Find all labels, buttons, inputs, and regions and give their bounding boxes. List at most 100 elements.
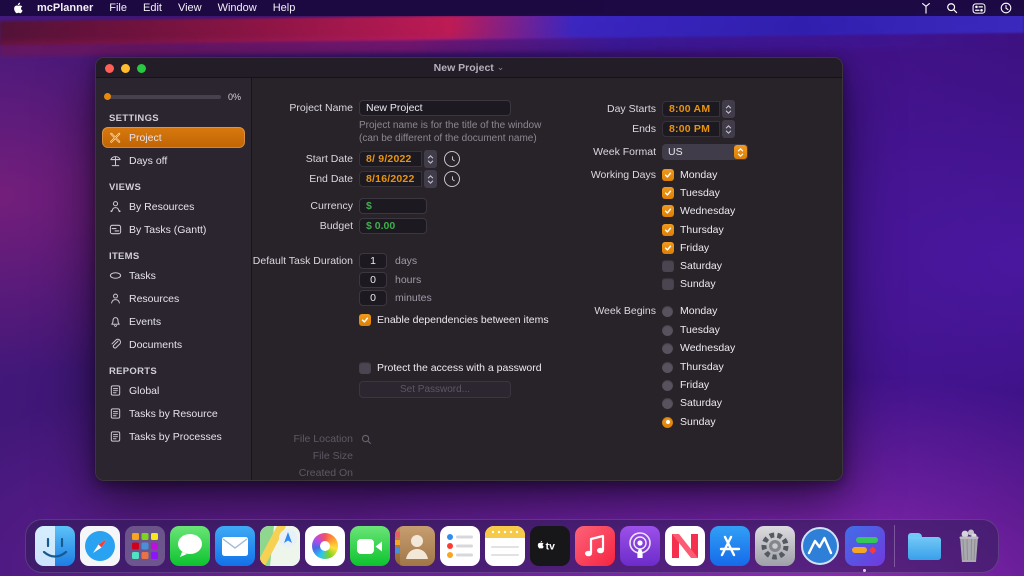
sidebar-item-resources[interactable]: Resources <box>102 288 245 309</box>
sidebar-item-tasks-by-processes[interactable]: Tasks by Processes <box>102 426 245 447</box>
dock-tv-icon[interactable]: tv <box>530 526 570 566</box>
sidebar-item-tasks-by-resource[interactable]: Tasks by Resource <box>102 403 245 424</box>
dock-mountain-app-icon[interactable] <box>800 526 840 566</box>
day-starts-stepper[interactable] <box>722 100 735 118</box>
radio-icon[interactable] <box>662 325 673 336</box>
sidebar-item-events[interactable]: Events <box>102 311 245 332</box>
radio-icon[interactable] <box>662 380 673 391</box>
dependencies-checkbox[interactable] <box>359 314 371 326</box>
week-begins-tuesday[interactable]: Tuesday <box>662 324 720 336</box>
week-begins-sunday[interactable]: Sunday <box>662 416 716 428</box>
budget-input[interactable]: $ 0.00 <box>359 218 427 234</box>
progress-thumb[interactable] <box>104 93 111 100</box>
working-day-saturday[interactable]: Saturday <box>662 260 722 272</box>
radio-icon[interactable] <box>662 417 673 428</box>
spotlight-search-icon[interactable] <box>946 2 958 14</box>
minimize-button[interactable] <box>121 64 130 73</box>
end-date-input[interactable]: 8/16/2022 <box>359 171 422 187</box>
menu-window[interactable]: Window <box>218 2 257 14</box>
dependencies-checkbox-row[interactable]: Enable dependencies between items <box>359 314 549 326</box>
checkbox-icon[interactable] <box>662 260 674 272</box>
control-center-icon[interactable] <box>972 3 986 14</box>
dock-facetime-icon[interactable] <box>350 526 390 566</box>
menubar-app-name[interactable]: mcPlanner <box>37 2 93 14</box>
duration-days-input[interactable]: 1 <box>359 253 387 269</box>
checkbox-icon[interactable] <box>662 169 674 181</box>
sidebar-item-days-off[interactable]: Days off <box>102 150 245 171</box>
start-date-stepper[interactable] <box>424 150 437 168</box>
dock-contacts-icon[interactable] <box>395 526 435 566</box>
menu-edit[interactable]: Edit <box>143 2 162 14</box>
duration-hours-input[interactable]: 0 <box>359 272 387 288</box>
menu-view[interactable]: View <box>178 2 202 14</box>
week-begins-saturday[interactable]: Saturday <box>662 397 722 409</box>
dock-folder-icon[interactable] <box>904 526 944 566</box>
sidebar-item-by-tasks-gantt[interactable]: By Tasks (Gantt) <box>102 219 245 240</box>
checkbox-icon[interactable] <box>662 205 674 217</box>
working-day-sunday[interactable]: Sunday <box>662 278 716 290</box>
end-date-calendar-button[interactable] <box>444 171 460 187</box>
dock-notes-icon[interactable] <box>485 526 525 566</box>
password-checkbox[interactable] <box>359 362 371 374</box>
dock-trash-icon[interactable] <box>949 526 989 566</box>
start-date-input[interactable]: 8/ 9/2022 <box>359 151 422 167</box>
day-ends-stepper[interactable] <box>722 120 735 138</box>
radio-icon[interactable] <box>662 306 673 317</box>
checkbox-icon[interactable] <box>662 187 674 199</box>
dock-system-settings-icon[interactable] <box>755 526 795 566</box>
radio-icon[interactable] <box>662 398 673 409</box>
week-begins-thursday[interactable]: Thursday <box>662 361 724 373</box>
dock-news-icon[interactable] <box>665 526 705 566</box>
currency-input[interactable]: $ <box>359 198 427 214</box>
radio-icon[interactable] <box>662 362 673 373</box>
window-titlebar[interactable]: New Project ⌄ <box>96 58 842 78</box>
dock-mcplanner-icon[interactable] <box>845 526 885 566</box>
dock-music-icon[interactable] <box>575 526 615 566</box>
progress-track[interactable] <box>105 95 221 99</box>
window-title-popup[interactable]: New Project ⌄ <box>434 62 505 74</box>
week-begins-monday[interactable]: Monday <box>662 305 717 317</box>
dock-reminders-icon[interactable] <box>440 526 480 566</box>
dock-maps-icon[interactable] <box>260 526 300 566</box>
sidebar-item-project[interactable]: Project <box>102 127 245 148</box>
menu-file[interactable]: File <box>109 2 127 14</box>
dock-messages-icon[interactable] <box>170 526 210 566</box>
antenna-icon[interactable] <box>920 2 932 14</box>
working-day-tuesday[interactable]: Tuesday <box>662 187 720 199</box>
working-day-thursday[interactable]: Thursday <box>662 224 724 236</box>
set-password-button[interactable]: Set Password... <box>359 381 511 398</box>
sidebar-item-by-resources[interactable]: By Resources <box>102 196 245 217</box>
end-date-stepper[interactable] <box>424 170 437 188</box>
week-begins-friday[interactable]: Friday <box>662 379 709 391</box>
checkbox-icon[interactable] <box>662 224 674 236</box>
apple-menu[interactable] <box>12 2 23 15</box>
zoom-button[interactable] <box>137 64 146 73</box>
dock-appstore-icon[interactable] <box>710 526 750 566</box>
day-starts-input[interactable]: 8:00 AM <box>662 101 720 117</box>
working-day-wednesday[interactable]: Wednesday <box>662 205 735 217</box>
clock-icon[interactable] <box>1000 2 1012 14</box>
week-format-select[interactable]: US <box>662 144 748 160</box>
dock-mail-icon[interactable] <box>215 526 255 566</box>
menu-help[interactable]: Help <box>273 2 296 14</box>
dock-launchpad-icon[interactable] <box>125 526 165 566</box>
close-button[interactable] <box>105 64 114 73</box>
dock-finder-icon[interactable] <box>35 526 75 566</box>
dock-safari-icon[interactable] <box>80 526 120 566</box>
dock-podcasts-icon[interactable] <box>620 526 660 566</box>
week-begins-wednesday[interactable]: Wednesday <box>662 342 735 354</box>
checkbox-icon[interactable] <box>662 242 674 254</box>
radio-icon[interactable] <box>662 343 673 354</box>
sidebar-item-global[interactable]: Global <box>102 380 245 401</box>
checkbox-icon[interactable] <box>662 278 674 290</box>
search-icon[interactable] <box>361 434 372 445</box>
sidebar-item-documents[interactable]: Documents <box>102 334 245 355</box>
password-checkbox-row[interactable]: Protect the access with a password <box>359 362 542 374</box>
duration-minutes-input[interactable]: 0 <box>359 290 387 306</box>
sidebar-item-tasks[interactable]: Tasks <box>102 265 245 286</box>
working-day-monday[interactable]: Monday <box>662 169 717 181</box>
day-ends-input[interactable]: 8:00 PM <box>662 121 720 137</box>
dock-photos-icon[interactable] <box>305 526 345 566</box>
working-day-friday[interactable]: Friday <box>662 242 709 254</box>
start-date-calendar-button[interactable] <box>444 151 460 167</box>
